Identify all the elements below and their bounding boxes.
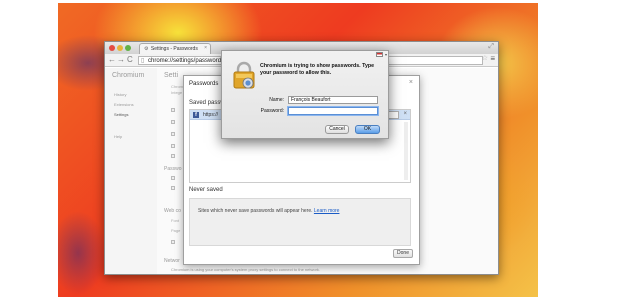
password-label: Password: <box>260 108 284 114</box>
authentication-dialog: ▾ Chromium is trying to show passwords. … <box>221 50 389 139</box>
section-network: Networ <box>164 258 180 264</box>
ok-button[interactable]: OK <box>355 125 380 134</box>
address-text: chrome://settings/passwords <box>148 58 225 64</box>
window-close-button[interactable] <box>109 45 115 51</box>
settings-sidebar: Chromium History Extensions Settings Hel… <box>105 68 157 274</box>
background-checkbox[interactable] <box>171 154 175 158</box>
background-checkbox[interactable] <box>171 240 175 244</box>
section-passwords: Passwo <box>164 166 182 172</box>
never-saved-label: Never saved <box>189 187 223 193</box>
learn-more-link[interactable]: Learn more <box>314 208 340 214</box>
reload-button[interactable]: C <box>127 55 133 64</box>
background-checkbox[interactable] <box>171 186 175 190</box>
wrench-icon: ⚙ <box>144 46 149 52</box>
remove-entry-button[interactable]: × <box>403 111 407 117</box>
us-flag-icon[interactable] <box>376 52 383 57</box>
lock-icon <box>233 61 255 89</box>
chevron-down-icon[interactable]: ▾ <box>385 52 387 57</box>
done-button[interactable]: Done <box>393 249 413 258</box>
never-saved-message: Sites which never save passwords will ap… <box>198 208 313 214</box>
background-text: Page <box>171 228 181 233</box>
page-title: Setti <box>164 72 179 79</box>
bookmark-star-icon[interactable]: ☆ <box>482 54 488 62</box>
background-text: Chrom <box>171 84 184 89</box>
never-saved-text: Sites which never save passwords will ap… <box>198 208 339 214</box>
never-saved-list: Sites which never save passwords will ap… <box>189 198 411 246</box>
cancel-button[interactable]: Cancel <box>325 125 349 134</box>
page-icon: ▯ <box>141 58 145 64</box>
dialog-close-button[interactable]: × <box>409 79 413 86</box>
background-checkbox[interactable] <box>171 120 175 124</box>
tab-title: Settings - Passwords <box>150 46 198 52</box>
name-label: Name: <box>269 97 284 103</box>
background-text: Font <box>171 218 180 223</box>
window-maximize-button[interactable] <box>125 45 131 51</box>
brand-title: Chromium <box>112 72 145 79</box>
dialog-title: Passwords <box>189 81 219 87</box>
forward-button[interactable]: → <box>117 55 125 64</box>
menu-icon[interactable]: ≡ <box>490 54 495 63</box>
sidebar-item-history[interactable]: History <box>114 92 126 97</box>
password-field[interactable] <box>288 107 378 115</box>
facebook-icon: f <box>193 112 199 118</box>
fullscreen-icon[interactable]: ⤢ <box>488 43 494 51</box>
section-web-content: Web co <box>164 208 181 214</box>
back-button[interactable]: ← <box>108 55 116 64</box>
sidebar-item-extensions[interactable]: Extensions <box>114 102 134 107</box>
background-text: Intege <box>171 90 183 95</box>
site-url: https:// <box>203 112 219 118</box>
background-checkbox[interactable] <box>171 144 175 148</box>
list-scrollbar[interactable] <box>404 122 408 180</box>
background-checkbox[interactable] <box>171 132 175 136</box>
browser-tab[interactable]: ⚙ Settings - Passwords × <box>139 43 211 54</box>
background-checkbox[interactable] <box>171 108 175 112</box>
auth-message: Chromium is trying to show passwords. Ty… <box>260 63 375 76</box>
sidebar-item-help[interactable]: Help <box>114 134 122 139</box>
tab-close-button[interactable]: × <box>204 45 207 51</box>
network-footer-text: Chromium is using your computer's system… <box>171 267 321 272</box>
name-field[interactable]: François Beaufort <box>288 96 378 104</box>
background-checkbox[interactable] <box>171 176 175 180</box>
window-minimize-button[interactable] <box>117 45 123 51</box>
sidebar-item-settings[interactable]: Settings <box>114 112 128 117</box>
